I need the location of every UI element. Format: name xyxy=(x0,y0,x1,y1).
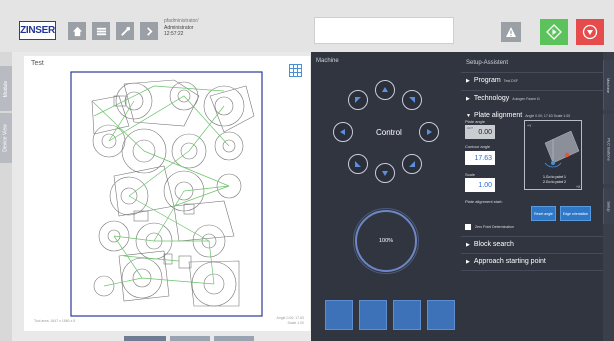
warning-icon xyxy=(506,27,516,37)
chevron-right-icon xyxy=(146,26,153,36)
gauge-ring xyxy=(353,208,419,274)
message-box xyxy=(314,17,454,44)
machine-action-button-1[interactable] xyxy=(325,300,353,330)
list-button[interactable] xyxy=(92,22,110,40)
contour-angle-label: Contour angle xyxy=(465,144,491,149)
arrow-down-right-icon xyxy=(409,161,415,167)
scale-field[interactable]: 1.00 xyxy=(465,178,495,192)
bottom-tab-1[interactable] xyxy=(124,336,166,341)
machine-action-button-4[interactable] xyxy=(427,300,455,330)
program-row[interactable]: ▶ Program Test.DXF xyxy=(461,72,603,88)
right-tab-strip: Machine PLC Buttons Setup xyxy=(603,52,614,341)
plate-alignment-diagram: +Y +X 1.Go to point 1 2.Go to point 2 xyxy=(524,120,582,190)
plate-alignment-header[interactable]: ▼ Plate alignment Angle 0.00; 17.63 Scal… xyxy=(466,112,570,119)
arrow-up-right-icon xyxy=(409,97,415,103)
cad-drawing xyxy=(70,71,263,317)
block-search-row[interactable]: ▶ Block search xyxy=(461,236,603,252)
arrow-up-left-icon xyxy=(355,97,361,103)
feed-rate-gauge[interactable]: 100% xyxy=(353,208,419,274)
jog-down-left-button[interactable] xyxy=(348,154,368,174)
expand-right-icon: ▶ xyxy=(466,77,470,84)
zero-point-checkbox[interactable] xyxy=(465,224,471,230)
arrow-right-icon xyxy=(427,129,432,135)
scale-label: Scale xyxy=(465,172,476,177)
approach-starting-point-row[interactable]: ▶ Approach starting point xyxy=(461,253,603,269)
jog-down-button[interactable] xyxy=(375,163,395,183)
setup-assistant-panel: Setup-Assistent ▶ Program Test.DXF ▶ Tec… xyxy=(461,52,603,341)
svg-text:+X: +X xyxy=(576,185,581,189)
start-diamond-icon xyxy=(546,24,562,40)
wrench-icon xyxy=(120,26,130,36)
user-info: pfadministrator/ Administrator 12:57:22 xyxy=(164,18,198,38)
tool-area-info: Tool area: 1647 x 1560 x 5 xyxy=(34,319,76,323)
forward-button[interactable] xyxy=(140,22,158,40)
arrow-up-icon xyxy=(382,87,388,92)
setup-title: Setup-Assistent xyxy=(466,60,509,66)
technology-row[interactable]: ▶ Technology Autogen Fasen t1 xyxy=(461,90,603,106)
expand-right-icon: ▶ xyxy=(466,95,470,102)
plate-alignment-start-label: Plate alignment start: xyxy=(465,199,503,204)
machine-action-button-2[interactable] xyxy=(359,300,387,330)
home-button[interactable] xyxy=(68,22,86,40)
jog-down-right-button[interactable] xyxy=(402,154,422,174)
machine-panel: Machine Control 100% xyxy=(311,52,461,341)
edge-orientation-button[interactable]: Edge orientation xyxy=(560,206,591,221)
jog-right-button[interactable] xyxy=(419,122,439,142)
contour-angle-field[interactable]: 17.63 xyxy=(465,151,495,165)
tab-device-view[interactable]: Device View xyxy=(0,113,12,163)
machine-title: Machine xyxy=(316,58,339,64)
tab-module[interactable]: Module xyxy=(0,66,12,111)
machine-action-button-3[interactable] xyxy=(393,300,421,330)
app-window: ZINSER pfadministrator/ Administrator 12… xyxy=(0,0,614,341)
angle-scale-info: Angle 0.00; 17.63 Scale 1.00 xyxy=(276,316,304,325)
bottom-tab-3[interactable] xyxy=(214,336,254,341)
expand-right-icon: ▶ xyxy=(466,241,470,248)
tools-button[interactable] xyxy=(116,22,134,40)
drawing-canvas[interactable]: Test Tool area: 1647 x 1560 x 5 Angle 0.… xyxy=(24,56,310,331)
tab-machine[interactable]: Machine xyxy=(603,60,614,110)
expand-right-icon: ▶ xyxy=(466,258,470,265)
stop-button[interactable] xyxy=(576,19,604,45)
arrow-down-left-icon xyxy=(355,161,361,167)
control-label: Control xyxy=(376,128,402,137)
stop-icon xyxy=(582,24,598,40)
jog-up-right-button[interactable] xyxy=(402,90,422,110)
clock-time: 12:57:22 xyxy=(164,31,184,37)
jog-up-button[interactable] xyxy=(375,80,395,100)
list-icon xyxy=(96,27,106,35)
plate-angle-label: Plate angle xyxy=(465,119,486,124)
jog-left-button[interactable] xyxy=(333,122,353,142)
home-icon xyxy=(72,26,82,36)
arrow-left-icon xyxy=(340,129,345,135)
plate-angle-field[interactable]: ACT 0.00 xyxy=(465,125,495,139)
svg-text:+Y: +Y xyxy=(527,124,532,128)
warning-button[interactable] xyxy=(501,22,521,42)
zero-point-label: Zero Point Determination xyxy=(475,225,514,229)
reset-angle-button[interactable]: Reset angle xyxy=(531,206,556,221)
user-path: pfadministrator/ xyxy=(164,18,199,24)
go-to-points: 1.Go to point 1 2.Go to point 2 xyxy=(543,175,566,184)
jog-up-left-button[interactable] xyxy=(348,90,368,110)
left-tab-strip: Module Device View xyxy=(0,52,12,341)
header-bar: ZINSER pfadministrator/ Administrator 12… xyxy=(0,0,614,52)
tab-plc-buttons[interactable]: PLC Buttons xyxy=(603,114,614,184)
zinser-logo: ZINSER xyxy=(19,21,56,40)
divider xyxy=(461,270,603,271)
bottom-tab-2[interactable] xyxy=(170,336,210,341)
start-button[interactable] xyxy=(540,19,568,45)
tab-setup[interactable]: Setup xyxy=(603,188,614,224)
arrow-down-icon xyxy=(382,171,388,176)
